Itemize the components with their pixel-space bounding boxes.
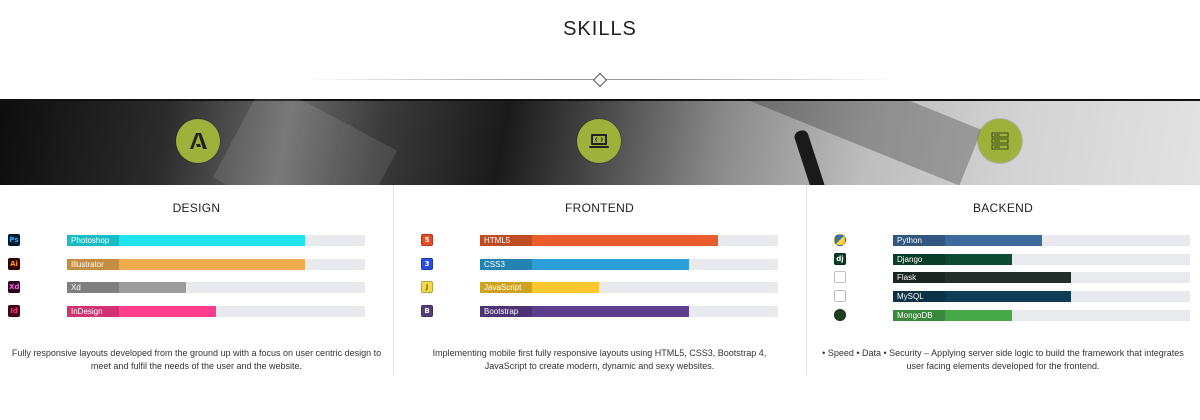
skill-row: MySQL	[806, 290, 1200, 303]
skill-label: MongoDB	[893, 309, 945, 321]
photoshop-icon: Ps	[8, 234, 20, 246]
banner-edge	[0, 99, 1200, 101]
skill-label: Flask	[893, 272, 945, 284]
skill-bar-track: JavaScript	[480, 282, 778, 293]
skill-row: MongoDB	[806, 308, 1200, 321]
python-icon	[834, 234, 846, 246]
skill-row: dj Django	[806, 252, 1200, 265]
description-line: Implementing mobile first fully responsi…	[432, 348, 767, 358]
skill-bar-fill: MongoDB	[893, 309, 1012, 321]
javascript-icon: J	[421, 281, 433, 293]
skill-label: InDesign	[67, 305, 119, 317]
skill-bar-track: Django	[893, 253, 1190, 265]
skill-bar-track: CSS3	[480, 258, 778, 270]
skill-bar-fill: HTML5	[480, 235, 719, 246]
description-line: • Speed • Data • Security – Applying ser…	[822, 348, 1184, 358]
server-icon	[978, 119, 1022, 163]
skill-bar-fill: Photoshop	[67, 235, 306, 246]
skill-bar-track: Xd	[67, 282, 365, 293]
frontend-column: FRONTEND 5 HTML5 3 CSS3 J JavaScript B Bootstra…	[393, 185, 807, 375]
skill-bar-track: InDesign	[67, 305, 365, 317]
skill-label: MySQL	[893, 291, 945, 303]
description-line: Fully responsive layouts developed from …	[11, 348, 382, 358]
skill-bar-fill: Django	[893, 253, 1012, 265]
section-title: SKILLS	[563, 18, 637, 40]
skill-bar-fill: Python	[893, 235, 1042, 246]
skill-bar-fill: Flask	[893, 272, 1072, 284]
skill-bar-fill: CSS3	[480, 258, 689, 270]
skill-row: Ps Photoshop	[0, 234, 393, 246]
indesign-icon: Id	[8, 304, 20, 317]
skill-label: CSS3	[480, 258, 532, 270]
skill-label: HTML5	[480, 235, 532, 246]
title-divider	[305, 72, 895, 88]
banner-texture	[212, 99, 398, 185]
backend-column: BACKEND Python dj Django Flask MySQL MongoDB …	[806, 185, 1200, 375]
skill-row: Python	[806, 234, 1200, 246]
skill-label: JavaScript	[480, 282, 532, 293]
skill-bar-track: HTML5	[480, 235, 778, 246]
skill-label: Photoshop	[67, 235, 119, 246]
column-heading: FRONTEND	[564, 201, 635, 215]
banner-texture	[718, 99, 982, 185]
skill-label: Xd	[67, 282, 119, 293]
skill-row: Flask	[806, 271, 1200, 284]
skill-label: Bootstrap	[480, 305, 532, 317]
skill-bar-fill: JavaScript	[480, 282, 600, 293]
column-heading: BACKEND	[972, 201, 1034, 215]
skill-bar-track: MongoDB	[893, 309, 1190, 321]
divider-diamond-icon	[592, 72, 608, 88]
skill-bar-fill: InDesign	[67, 305, 216, 317]
column-description: Fully responsive layouts developed from …	[0, 347, 393, 373]
skill-row: J JavaScript	[393, 281, 806, 293]
skill-bar-track: Flask	[893, 272, 1190, 284]
column-description: Implementing mobile first fully responsi…	[393, 347, 806, 373]
skill-bar-fill: Bootstrap	[480, 305, 689, 317]
skill-label: Python	[893, 235, 945, 246]
django-icon: dj	[834, 252, 846, 265]
skill-row: Ai Illustrator	[0, 257, 393, 270]
skills-banner	[0, 99, 1200, 185]
html5-icon: 5	[421, 234, 433, 246]
skill-bar-fill: MySQL	[893, 291, 1072, 303]
skill-row: 3 CSS3	[393, 257, 806, 270]
design-column: DESIGN Ps Photoshop Ai Illustrator Xd Xd Id InD…	[0, 185, 394, 375]
skill-bar-fill: Xd	[67, 282, 187, 293]
css3-icon: 3	[421, 257, 433, 270]
skill-bar-track: MySQL	[893, 291, 1190, 303]
skill-bar-fill: Illustrator	[67, 258, 306, 270]
skill-label: Django	[893, 253, 945, 265]
skill-bar-track: Bootstrap	[480, 305, 778, 317]
description-line: meet and fulfil the needs of the user an…	[90, 361, 303, 371]
mysql-icon	[834, 290, 846, 303]
skill-row: B Bootstrap	[393, 304, 806, 317]
adobe-icon	[176, 119, 220, 163]
skill-bar-track: Illustrator	[67, 258, 365, 270]
xd-icon: Xd	[8, 281, 20, 293]
banner-pen-image	[792, 128, 832, 185]
skill-bar-track: Photoshop	[67, 235, 365, 246]
column-heading: DESIGN	[172, 201, 221, 215]
skill-row: Xd Xd	[0, 281, 393, 293]
skill-bar-track: Python	[893, 235, 1190, 246]
description-line: JavaScript to create modern, dynamic and…	[484, 361, 715, 371]
column-description: • Speed • Data • Security – Applying ser…	[806, 347, 1200, 373]
description-line: user facing elements developed for the f…	[906, 361, 1100, 371]
mongodb-icon	[834, 308, 846, 321]
bootstrap-icon: B	[421, 304, 433, 317]
skill-row: Id InDesign	[0, 304, 393, 317]
illustrator-icon: Ai	[8, 257, 20, 270]
flask-icon	[834, 271, 846, 284]
code-laptop-icon	[577, 119, 621, 163]
skill-label: Illustrator	[67, 258, 119, 270]
skill-row: 5 HTML5	[393, 234, 806, 246]
